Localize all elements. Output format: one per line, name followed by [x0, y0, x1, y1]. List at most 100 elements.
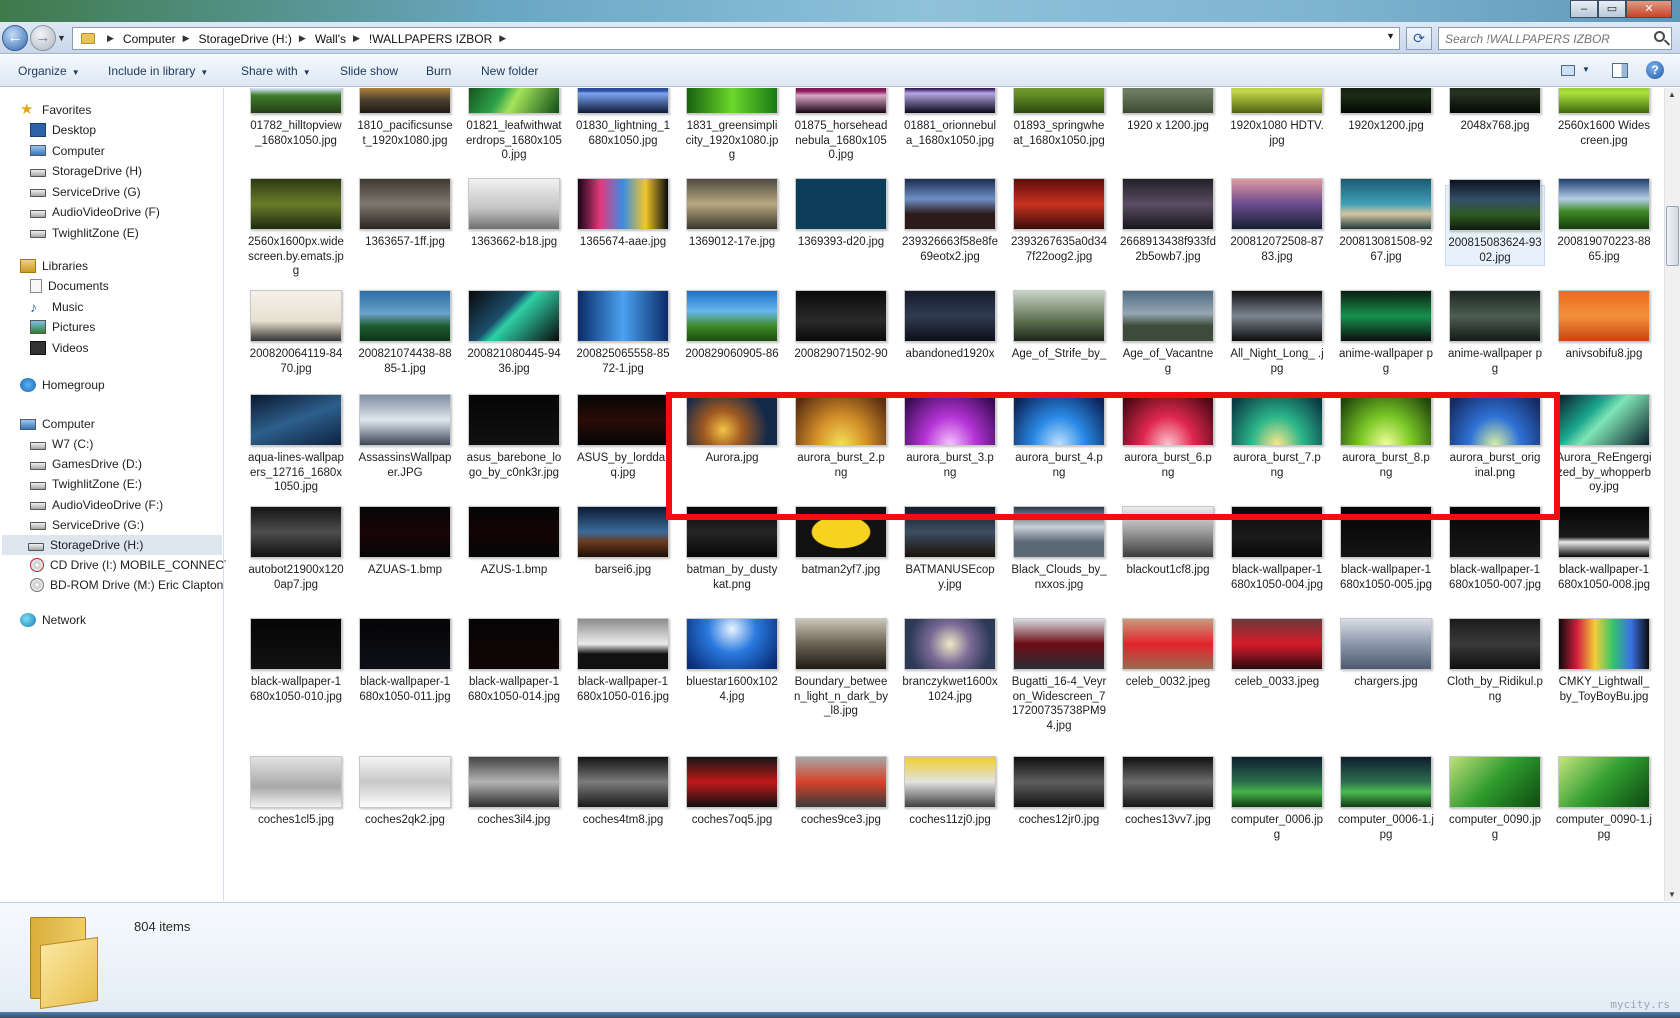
file-tile[interactable]: batman2yf7.jpg [791, 506, 891, 578]
file-tile[interactable]: coches1cl5.jpg [246, 756, 346, 828]
file-tile[interactable]: Aurora_ReEngergized_by_whopperboy.jpg [1554, 394, 1654, 495]
change-view-icon[interactable] [1558, 61, 1578, 79]
sidebar-item-drive[interactable]: BD-ROM Drive (M:) Eric Clapton [30, 575, 223, 595]
file-tile[interactable]: 1810_pacificsunset_1920x1080.jpg [355, 88, 455, 148]
file-tile[interactable]: coches11zj0.jpg [900, 756, 1000, 828]
new-folder-button[interactable]: New folder [481, 64, 538, 78]
file-tile[interactable]: ASUS_by_lorddar q.jpg [573, 394, 673, 480]
scrollbar-thumb[interactable] [1666, 206, 1679, 266]
forward-button[interactable]: → [30, 25, 56, 51]
file-tile[interactable]: computer_0090.jpg [1445, 756, 1545, 842]
file-tile[interactable]: black-wallpaper-1680x1050-005.jpg [1336, 506, 1436, 592]
burn-button[interactable]: Burn [426, 64, 451, 78]
file-tile[interactable]: Cloth_by_Ridikul.png [1445, 618, 1545, 704]
file-tile[interactable]: celeb_0033.jpeg [1227, 618, 1327, 690]
file-tile[interactable]: black-wallpaper-1680x1050-010.jpg [246, 618, 346, 704]
vertical-scrollbar[interactable]: ▲ ▼ [1664, 88, 1680, 901]
sidebar-item-favorite[interactable]: StorageDrive (H) [30, 161, 142, 181]
sidebar-homegroup[interactable]: Homegroup [20, 375, 105, 395]
file-tile[interactable]: 239326663f58e8fe69eotx2.jpg [900, 178, 1000, 264]
file-tile[interactable]: coches2qk2.jpg [355, 756, 455, 828]
file-tile[interactable]: abandoned1920x [900, 290, 1000, 362]
file-tile[interactable]: 01821_leafwithwaterdrops_1680x1050.jpg [464, 88, 564, 163]
recent-pages-dropdown[interactable]: ▼ [57, 33, 66, 43]
maximize-button[interactable]: ▭ [1598, 0, 1626, 18]
file-tile[interactable]: 1369012-17e.jpg [682, 178, 782, 250]
refresh-button[interactable]: ⟳ [1406, 27, 1432, 50]
file-tile[interactable]: bluestar1600x1024.jpg [682, 618, 782, 704]
file-tile[interactable]: 01875_horseheadnebula_1680x1050.jpg [791, 88, 891, 163]
file-tile[interactable]: 200820064119-8470.jpg [246, 290, 346, 376]
file-tile[interactable]: 2560x1600px.widescreen.by.emats.jpg [246, 178, 346, 279]
breadcrumb-separator[interactable]: ▶ [100, 33, 123, 44]
file-tile[interactable]: coches3il4.jpg [464, 756, 564, 828]
minimize-button[interactable]: – [1570, 0, 1598, 18]
sidebar-computer[interactable]: Computer [20, 414, 95, 434]
file-tile[interactable]: All_Night_Long_ .jpg [1227, 290, 1327, 376]
file-tile[interactable]: AZUS-1.bmp [464, 506, 564, 578]
file-tile[interactable]: AssassinsWallpaper.JPG [355, 394, 455, 480]
file-tile[interactable]: black-wallpaper-1680x1050-016.jpg [573, 618, 673, 704]
close-button[interactable]: ✕ [1626, 0, 1672, 18]
file-tile[interactable]: CMKY_Lightwall_by_ToyBoyBu.jpg [1554, 618, 1654, 704]
sidebar-item-library[interactable]: Documents [30, 276, 109, 296]
file-tile[interactable]: coches12jr0.jpg [1009, 756, 1109, 828]
file-tile[interactable]: 2560x1600 Widescreen.jpg [1554, 88, 1654, 148]
file-tile[interactable]: 1831_greensimplicity_1920x1080.jpg [682, 88, 782, 163]
file-tile[interactable]: branczykwet1600x1024.jpg [900, 618, 1000, 704]
file-tile[interactable]: 01893_springwheat_1680x1050.jpg [1009, 88, 1109, 148]
view-options-dropdown[interactable]: ▼ [1582, 65, 1590, 74]
file-tile[interactable]: black-wallpaper-1680x1050-004.jpg [1227, 506, 1327, 592]
file-tile[interactable]: Bugatti_16-4_Veyron_Widescreen_717200735… [1009, 618, 1109, 733]
breadcrumb-walls[interactable]: Wall's ▶ [315, 32, 369, 46]
sidebar-item-favorite[interactable]: ServiceDrive (G) [30, 182, 141, 202]
file-tile[interactable]: computer_0090-1.jpg [1554, 756, 1654, 842]
file-tile[interactable]: autobot21900x1200ap7.jpg [246, 506, 346, 592]
sidebar-item-library[interactable]: Videos [30, 338, 88, 358]
file-tile[interactable]: aqua-lines-wallpapers_12716_1680x1050.jp… [246, 394, 346, 495]
file-tile[interactable]: 200813081508-9267.jpg [1336, 178, 1436, 264]
file-tile[interactable]: 2668913438f933fd2b5owb7.jpg [1118, 178, 1218, 264]
file-tile[interactable]: coches4tm8.jpg [573, 756, 673, 828]
sidebar-item-drive[interactable]: TwighlitZone (E:) [30, 474, 142, 494]
sidebar-item-drive[interactable]: ServiceDrive (G:) [30, 515, 144, 535]
sidebar-network[interactable]: Network [20, 610, 86, 630]
file-tile[interactable]: computer_0006.jpg [1227, 756, 1327, 842]
sidebar-item-favorite[interactable]: Desktop [30, 120, 96, 140]
file-tile[interactable]: 200819070223-8865.jpg [1554, 178, 1654, 264]
file-tile[interactable]: black-wallpaper-1680x1050-014.jpg [464, 618, 564, 704]
file-tile[interactable]: 200825065558-8572-1.jpg [573, 290, 673, 376]
scroll-down-icon[interactable]: ▼ [1668, 890, 1676, 899]
sidebar-item-favorite[interactable]: Computer [30, 141, 105, 161]
file-tile[interactable]: BATMANUSEcopy.jpg [900, 506, 1000, 592]
help-icon[interactable]: ? [1646, 61, 1664, 79]
include-in-library-menu[interactable]: Include in library ▼ [108, 64, 208, 78]
file-tile[interactable]: 1920x1080 HDTV.jpg [1227, 88, 1327, 148]
file-tile[interactable]: 01881_orionnebula_1680x1050.jpg [900, 88, 1000, 148]
file-tile[interactable]: coches7oq5.jpg [682, 756, 782, 828]
file-tile[interactable]: black-wallpaper-1680x1050-008.jpg [1554, 506, 1654, 592]
file-tile[interactable]: asus_barebone_logo_by_c0nk3r.jpg [464, 394, 564, 480]
file-tile[interactable]: batman_by_dustykat.png [682, 506, 782, 592]
file-tile[interactable]: Boundary_between_light_n_dark_by_l8.jpg [791, 618, 891, 719]
sidebar-item-favorite[interactable]: AudioVideoDrive (F) [30, 202, 160, 222]
file-tile[interactable]: 200812072508-8783.jpg [1227, 178, 1327, 264]
share-with-menu[interactable]: Share with ▼ [241, 64, 311, 78]
file-tile[interactable]: 01830_lightning_1680x1050.jpg [573, 88, 673, 148]
address-bar[interactable]: ▶ Computer ▶ StorageDrive (H:) ▶ Wall's ▶ !… [72, 27, 1400, 50]
file-tile[interactable]: 1920x1200.jpg [1336, 88, 1436, 134]
file-tile[interactable]: 1369393-d20.jpg [791, 178, 891, 250]
sidebar-item-drive[interactable]: CD Drive (I:) MOBILE_CONNECT [30, 555, 231, 575]
file-tile[interactable]: coches9ce3.jpg [791, 756, 891, 828]
back-button[interactable]: ← [2, 25, 28, 51]
file-tile[interactable]: 200821080445-9436.jpg [464, 290, 564, 376]
file-tile[interactable]: anime-wallpaper pg [1445, 290, 1545, 376]
file-tile[interactable]: 1363657-1ff.jpg [355, 178, 455, 250]
file-tile[interactable]: celeb_0032.jpeg [1118, 618, 1218, 690]
file-tile[interactable]: 200815083624-9302.jpg [1445, 179, 1545, 266]
file-tile[interactable]: blackout1cf8.jpg [1118, 506, 1218, 578]
search-icon[interactable] [1654, 31, 1665, 42]
file-tile[interactable]: chargers.jpg [1336, 618, 1436, 690]
file-tile[interactable]: 200829060905-86 [682, 290, 782, 362]
slide-show-button[interactable]: Slide show [340, 64, 398, 78]
